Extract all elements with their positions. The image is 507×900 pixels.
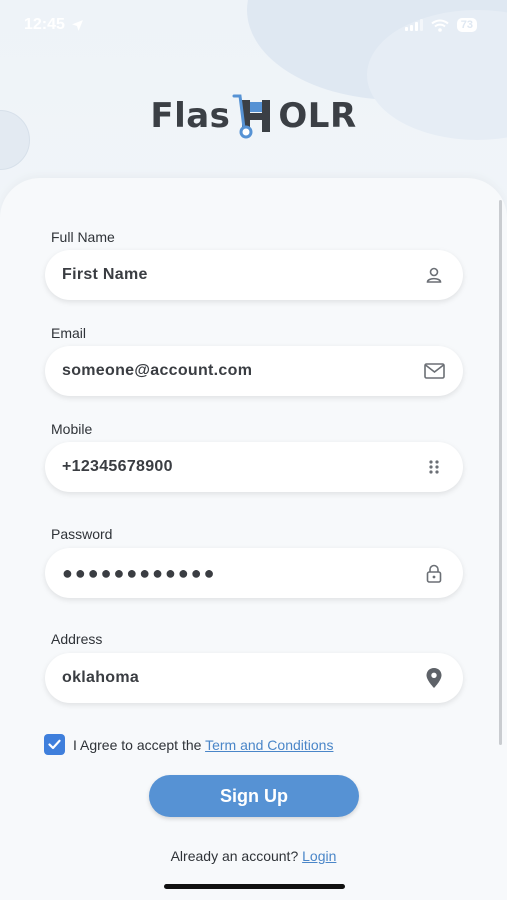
clock-text: 12:45 (24, 16, 65, 33)
login-prompt: Already an account? Login (0, 848, 507, 864)
password-field[interactable]: ●●●●●●●●●●●● (45, 548, 463, 598)
password-value[interactable]: ●●●●●●●●●●●● (62, 563, 216, 584)
full-name-value[interactable]: First Name (62, 266, 148, 284)
mobile-label: Mobile (51, 421, 93, 437)
wifi-icon (431, 19, 449, 32)
home-indicator[interactable] (164, 884, 345, 889)
person-icon (423, 264, 445, 286)
already-account-text: Already an account? (170, 848, 299, 864)
full-name-field[interactable]: First Name (45, 250, 463, 300)
address-field[interactable]: oklahoma (45, 653, 463, 703)
hand-truck-logo-icon (232, 92, 276, 140)
logo-text-suffix: OLR (278, 96, 357, 136)
mail-icon (423, 360, 445, 382)
mobile-value[interactable]: +12345678900 (62, 458, 173, 476)
keypad-icon (423, 456, 445, 478)
login-link[interactable]: Login (302, 848, 336, 864)
terms-link[interactable]: Term and Conditions (205, 737, 333, 753)
terms-agreement: I Agree to accept the Term and Condition… (44, 734, 333, 755)
app-logo: Flas OLR (0, 88, 507, 144)
battery-icon: 73 (456, 18, 477, 32)
address-label: Address (51, 631, 103, 647)
agree-text: I Agree to accept the (73, 736, 202, 753)
signal-icon (404, 19, 423, 31)
full-name-label: Full Name (51, 229, 115, 245)
status-icons: 73 (404, 18, 477, 32)
address-value[interactable]: oklahoma (62, 669, 139, 687)
lock-icon (423, 562, 445, 584)
sign-up-button[interactable]: Sign Up (149, 775, 359, 817)
status-time: 12:45 (24, 16, 84, 34)
location-arrow-icon (72, 19, 83, 31)
agree-checkbox[interactable] (44, 734, 65, 755)
email-field[interactable]: someone@account.com (45, 346, 463, 396)
location-pin-icon (423, 667, 445, 689)
logo-text-prefix: Flas (150, 96, 231, 136)
email-label: Email (51, 325, 87, 341)
mobile-field[interactable]: +12345678900 (45, 442, 463, 492)
scrollbar[interactable] (499, 200, 502, 745)
email-value[interactable]: someone@account.com (62, 362, 252, 380)
checkmark-icon (48, 739, 61, 750)
password-label: Password (51, 526, 113, 542)
status-bar: 12:45 73 (0, 0, 507, 50)
